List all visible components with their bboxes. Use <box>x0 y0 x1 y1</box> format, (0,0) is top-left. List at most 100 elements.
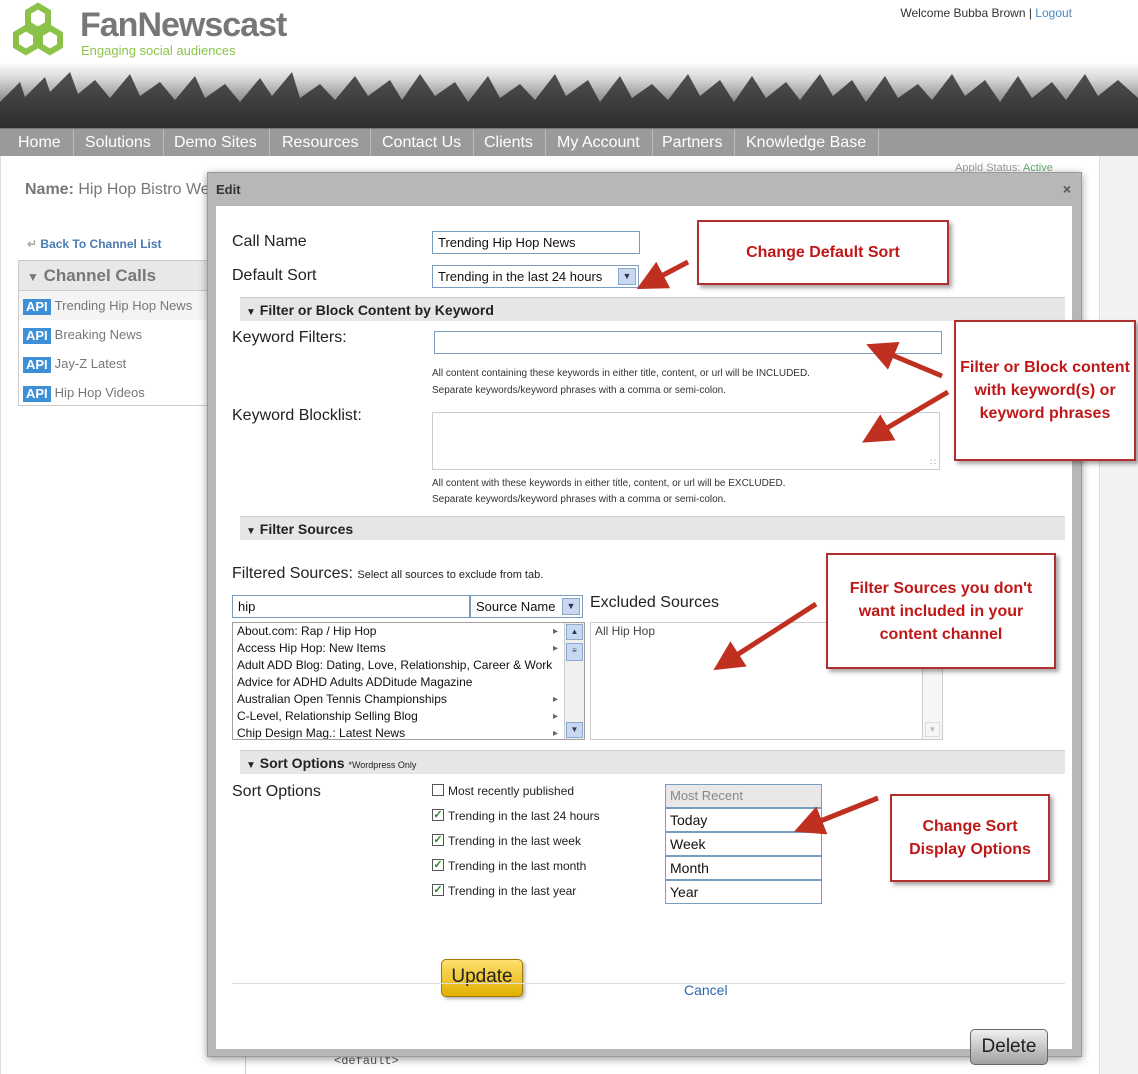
collapse-triangle-icon: ▼ <box>246 307 256 318</box>
keyword-blocklist-textarea[interactable]: ∷ <box>432 412 940 470</box>
default-sort-value: Trending in the last 24 hours <box>438 269 603 284</box>
callout-default-sort: Change Default Sort <box>697 220 949 285</box>
sort-option-checkbox[interactable]: ✓ <box>432 884 444 896</box>
channel-call-item[interactable]: API Hip Hop Videos <box>19 378 207 407</box>
chevron-down-icon: ▼ <box>562 598 580 615</box>
source-list-item[interactable]: Adult ADD Blog: Dating, Love, Relationsh… <box>233 657 584 674</box>
section-keyword-title: Filter or Block Content by Keyword <box>259 302 494 318</box>
default-sort-select[interactable]: Trending in the last 24 hours ▼ <box>432 265 639 288</box>
keyword-blocklist-label: Keyword Blocklist: <box>232 407 362 424</box>
scroll-down-icon[interactable]: ▼ <box>925 722 940 737</box>
scroll-up-icon[interactable]: ▲ <box>566 624 583 640</box>
cancel-link[interactable]: Cancel <box>684 982 728 998</box>
source-type-select[interactable]: Source Name ▼ <box>470 595 583 618</box>
nav-item-home[interactable]: Home <box>6 129 74 157</box>
channel-call-label: Trending Hip Hop News <box>54 298 193 313</box>
nav-item-demo-sites[interactable]: Demo Sites <box>162 129 270 157</box>
main-nav: Home Solutions Demo Sites Resources Cont… <box>0 128 1138 157</box>
source-label: Advice for ADHD Adults ADDitude Magazine <box>237 675 473 689</box>
channel-call-item[interactable]: API Trending Hip Hop News <box>19 291 207 320</box>
callout-sources: Filter Sources you don't want included i… <box>826 553 1056 669</box>
logout-link[interactable]: Logout <box>1035 6 1072 20</box>
sort-option-checkbox[interactable]: ✓ <box>432 834 444 846</box>
back-to-channel-list-link[interactable]: ↵ Back To Channel List <box>27 237 162 251</box>
site-header: FanNewscast Engaging social audiences We… <box>0 0 1138 128</box>
chevron-right-icon: ▸ <box>552 728 558 739</box>
sort-option-checkbox[interactable]: ✓ <box>432 859 444 871</box>
sort-display-input[interactable]: Month <box>665 856 822 880</box>
source-list-item[interactable]: C-Level, Relationship Selling Blog ▸ <box>233 708 584 725</box>
call-name-label: Call Name <box>232 233 307 250</box>
keyword-filters-hint-1: All content containing these keywords in… <box>432 368 810 379</box>
section-sort-note: *Wordpress Only <box>348 760 417 770</box>
call-name-input[interactable] <box>432 231 640 254</box>
channel-name: Name: Hip Hop Bistro We <box>25 181 210 199</box>
nav-item-contact-us[interactable]: Contact Us <box>370 129 475 157</box>
source-list-item[interactable]: Advice for ADHD Adults ADDitude Magazine <box>233 674 584 691</box>
section-filter-sources[interactable]: ▼ Filter Sources <box>240 516 1065 540</box>
channel-call-item[interactable]: API Jay-Z Latest <box>19 349 207 378</box>
nav-item-partners[interactable]: Partners <box>650 129 736 157</box>
sort-option-label: Most recently published <box>448 784 575 798</box>
source-search-input[interactable] <box>232 595 470 618</box>
sort-option-checkbox[interactable]: ✓ <box>432 809 444 821</box>
nav-item-my-account[interactable]: My Account <box>545 129 653 157</box>
brand-tagline: Engaging social audiences <box>81 43 236 58</box>
callout-keyword: Filter or Block content with keyword(s) … <box>954 320 1136 461</box>
api-badge: API <box>23 298 51 315</box>
source-list-item[interactable]: About.com: Rap / Hip Hop ▸ <box>233 623 584 640</box>
sort-option-checkbox[interactable] <box>432 784 444 796</box>
scroll-thumb[interactable]: ≡ <box>566 643 583 661</box>
channel-call-label: Jay-Z Latest <box>54 356 127 371</box>
sources-list: About.com: Rap / Hip Hop ▸ Access Hip Hop… <box>232 622 585 740</box>
nav-item-resources[interactable]: Resources <box>270 129 372 157</box>
logo[interactable]: FanNewscast Engaging social audiences <box>8 2 318 60</box>
api-badge: API <box>23 385 51 402</box>
keyword-filters-hint-2: Separate keywords/keyword phrases with a… <box>432 385 727 396</box>
collapse-triangle-icon: ▼ <box>27 270 39 284</box>
section-keyword-filter[interactable]: ▼ Filter or Block Content by Keyword <box>240 297 1065 321</box>
chevron-right-icon: ▸ <box>552 626 558 637</box>
channel-call-label: Hip Hop Videos <box>54 385 145 400</box>
nav-item-knowledge-base[interactable]: Knowledge Base <box>734 129 880 157</box>
keyword-filters-input[interactable] <box>434 331 942 354</box>
sort-display-input[interactable]: Year <box>665 880 822 904</box>
update-button[interactable]: Update <box>441 959 523 997</box>
section-sort-options[interactable]: ▼ Sort Options *Wordpress Only <box>240 750 1065 774</box>
chevron-right-icon: ▸ <box>552 711 558 722</box>
sort-display-input[interactable]: Today <box>665 808 822 832</box>
api-badge: API <box>23 356 51 373</box>
logo-hexagon-icon <box>13 2 63 56</box>
resize-grip-icon[interactable]: ∷ <box>930 457 936 468</box>
source-label: C-Level, Relationship Selling Blog <box>237 709 418 723</box>
nav-item-clients[interactable]: Clients <box>472 129 546 157</box>
sort-option-label: Trending in the last month <box>448 859 587 873</box>
source-list-item[interactable]: Access Hip Hop: New Items ▸ <box>233 640 584 657</box>
source-list-item[interactable]: Australian Open Tennis Championships ▸ <box>233 691 584 708</box>
sort-display-input[interactable]: Week <box>665 832 822 856</box>
channel-name-value: Hip Hop Bistro We <box>78 181 210 198</box>
collapse-triangle-icon: ▼ <box>246 760 256 771</box>
channel-calls-title: Channel Calls <box>43 266 157 285</box>
source-label: Adult ADD Blog: Dating, Love, Relationsh… <box>237 658 553 672</box>
filtered-sources-label: Filtered Sources: <box>232 565 353 582</box>
delete-button[interactable]: Delete <box>970 1029 1048 1065</box>
source-list-item[interactable]: Chip Design Mag.: Latest News ▸ <box>233 725 584 739</box>
chevron-down-icon: ▼ <box>618 268 636 285</box>
source-type-value: Source Name <box>476 599 556 614</box>
keyword-blocklist-hint-2: Separate keywords/keyword phrases with a… <box>432 494 727 505</box>
crowd-banner-image <box>0 62 1138 128</box>
sort-display-input[interactable]: Most Recent <box>665 784 822 808</box>
channel-calls-header[interactable]: ▼ Channel Calls <box>19 261 207 291</box>
nav-item-solutions[interactable]: Solutions <box>73 129 164 157</box>
source-label: Access Hip Hop: New Items <box>237 641 386 655</box>
channel-call-item[interactable]: API Breaking News <box>19 320 207 349</box>
channel-call-label: Breaking News <box>54 327 143 342</box>
sources-scrollbar[interactable]: ▲ ≡ ▼ <box>564 623 584 739</box>
default-sort-label: Default Sort <box>232 267 317 284</box>
keyword-filters-label: Keyword Filters: <box>232 329 347 346</box>
scroll-down-icon[interactable]: ▼ <box>566 722 583 738</box>
back-link-label: Back To Channel List <box>40 237 162 251</box>
close-icon[interactable]: × <box>1063 181 1071 197</box>
chevron-right-icon: ▸ <box>552 694 558 705</box>
